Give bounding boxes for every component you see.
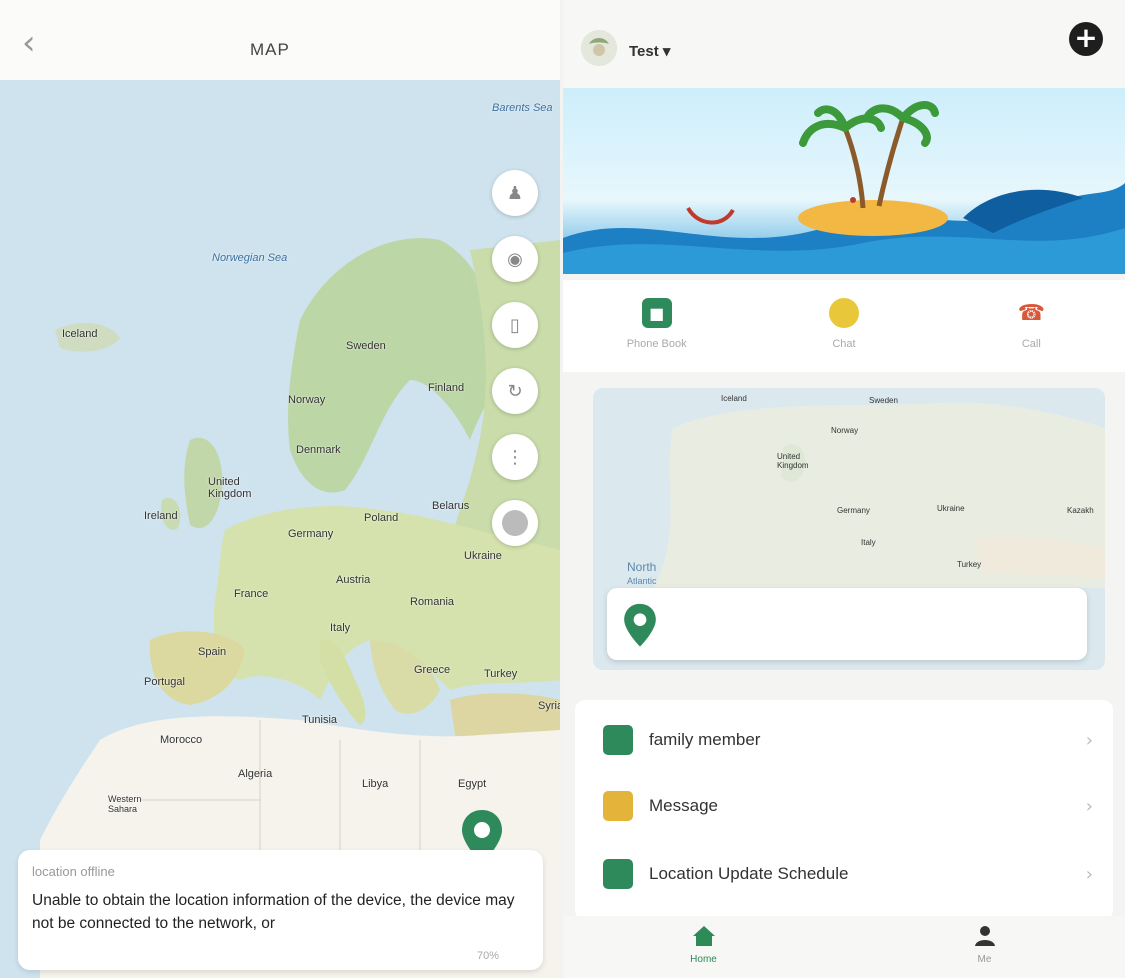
home-icon [692, 926, 715, 946]
tab-me[interactable]: Me [844, 916, 1125, 978]
mini-map-label-ukraine: Ukraine [937, 504, 965, 513]
tab-home[interactable]: Home [563, 916, 844, 978]
map-label-algeria: Algeria [238, 768, 273, 780]
menu-item-label: Message [649, 796, 718, 815]
map-label-norway: Norway [288, 394, 326, 406]
menu-item-message[interactable]: Message › [575, 776, 1113, 836]
map-label-finland: Finland [428, 382, 465, 394]
location-icon[interactable]: ◉ [492, 236, 538, 282]
page-title: MAP [250, 40, 290, 59]
menu-item-family-member[interactable]: family member › [575, 710, 1113, 770]
message-icon [603, 791, 633, 821]
satellite-icon[interactable] [492, 500, 538, 546]
map-screen: ‹ MAP Barents Sea Norwegian Sea Iceland … [0, 0, 560, 978]
map-label-greece: Greece [414, 664, 451, 676]
map-label-iceland: Iceland [62, 328, 98, 340]
home-header: Test ▾ + [563, 0, 1125, 88]
mini-map-label-germany: Germany [837, 506, 870, 515]
map-tool-column: ♟ ◉ ▯ ↻ ⋮ [492, 170, 544, 566]
banner-image [563, 88, 1125, 274]
map-label-belarus: Belarus [432, 500, 470, 512]
home-screen: Test ▾ + ■ Phone Book Chat ☎ Call Icelan… [563, 0, 1125, 978]
chevron-right-icon: › [1085, 795, 1093, 817]
chevron-right-icon: › [1085, 863, 1093, 885]
menu-item-location-schedule[interactable]: Location Update Schedule › [575, 844, 1113, 904]
person-icon[interactable]: ♟ [492, 170, 538, 216]
mini-map-label-turkey: Turkey [957, 560, 982, 569]
history-icon[interactable]: ↻ [492, 368, 538, 414]
map-label-tunisia: Tunisia [302, 714, 338, 726]
map-label-barents-sea: Barents Sea [492, 102, 553, 114]
quick-action-chat[interactable]: Chat [750, 280, 937, 372]
person-icon [974, 926, 995, 946]
caret-down-icon: ▾ [662, 43, 671, 60]
mini-map-label-united-kingdom: United Kingdom [777, 452, 809, 470]
quick-action-phonebook[interactable]: ■ Phone Book [563, 280, 750, 372]
quick-actions: ■ Phone Book Chat ☎ Call [563, 280, 1125, 372]
map-label-egypt: Egypt [458, 778, 487, 790]
device-selector[interactable]: Test ▾ [629, 42, 670, 60]
chevron-right-icon: › [1085, 729, 1093, 751]
family-icon [603, 725, 633, 755]
map-label-austria: Austria [336, 574, 371, 586]
map-label-western-sahara: Western Sahara [108, 794, 142, 814]
map-label-syria: Syria [538, 700, 560, 712]
map-label-sweden: Sweden [346, 340, 386, 352]
menu-item-label: family member [649, 730, 761, 749]
call-icon: ☎ [1017, 300, 1046, 326]
location-preview-map[interactable]: Iceland Sweden Norway United Kingdom Ger… [593, 388, 1105, 670]
avatar[interactable] [581, 30, 617, 66]
map-label-portugal: Portugal [144, 676, 185, 688]
quick-action-label: Call [1021, 338, 1041, 350]
mini-map-label-atlantic: Atlantic [627, 576, 657, 586]
quick-action-call[interactable]: ☎ Call [938, 280, 1125, 372]
map-label-denmark: Denmark [296, 444, 341, 456]
bottom-tab-bar: Home Me [563, 916, 1125, 978]
chat-icon [828, 298, 859, 328]
map-label-romania: Romania [410, 596, 455, 608]
schedule-icon [603, 859, 633, 889]
chevron-left-icon[interactable]: ‹ [22, 26, 58, 62]
map-label-norwegian-sea: Norwegian Sea [212, 252, 288, 264]
avatar-image [581, 30, 617, 66]
mini-map-label-north: North [627, 560, 657, 574]
mini-map-label-norway: Norway [831, 426, 859, 435]
location-status-title: location offline [32, 864, 115, 879]
map-label-spain: Spain [198, 646, 227, 658]
map-label-germany: Germany [288, 528, 334, 540]
location-status-card: location offline Unable to obtain the lo… [18, 850, 543, 970]
island-illustration [563, 101, 1125, 274]
footprint-icon[interactable]: ⋮ [492, 434, 538, 480]
map-label-united-kingdom: United Kingdom [208, 476, 252, 500]
tab-label: Me [977, 954, 992, 965]
mini-map-label-iceland: Iceland [721, 394, 747, 403]
device-name: Test [629, 43, 659, 60]
phone-icon[interactable]: ▯ [492, 302, 538, 348]
location-info-card[interactable] [607, 588, 1087, 660]
map-label-libya: Libya [362, 778, 389, 790]
phonebook-icon: ■ [641, 298, 672, 328]
location-status-message: Unable to obtain the location informatio… [32, 892, 515, 932]
mini-map-label-sweden: Sweden [869, 396, 898, 405]
quick-action-label: Phone Book [626, 338, 687, 350]
menu-item-label: Location Update Schedule [649, 864, 849, 883]
mini-map-label-italy: Italy [861, 538, 876, 547]
map-label-ireland: Ireland [144, 510, 178, 522]
quick-action-label: Chat [832, 338, 856, 350]
tab-label: Home [690, 954, 717, 965]
map-label-morocco: Morocco [160, 734, 203, 746]
map-label-turkey: Turkey [484, 668, 518, 680]
plus-circle-icon[interactable]: + [1069, 22, 1103, 56]
location-status-time: 70% [476, 950, 499, 962]
location-pin-icon [624, 603, 656, 647]
map-label-italy: Italy [330, 622, 351, 634]
mini-map-label-kazakh: Kazakh [1067, 506, 1094, 515]
map-label-france: France [234, 588, 269, 600]
menu-list: family member › Message › Location Updat… [575, 700, 1113, 920]
map-label-poland: Poland [364, 512, 399, 524]
